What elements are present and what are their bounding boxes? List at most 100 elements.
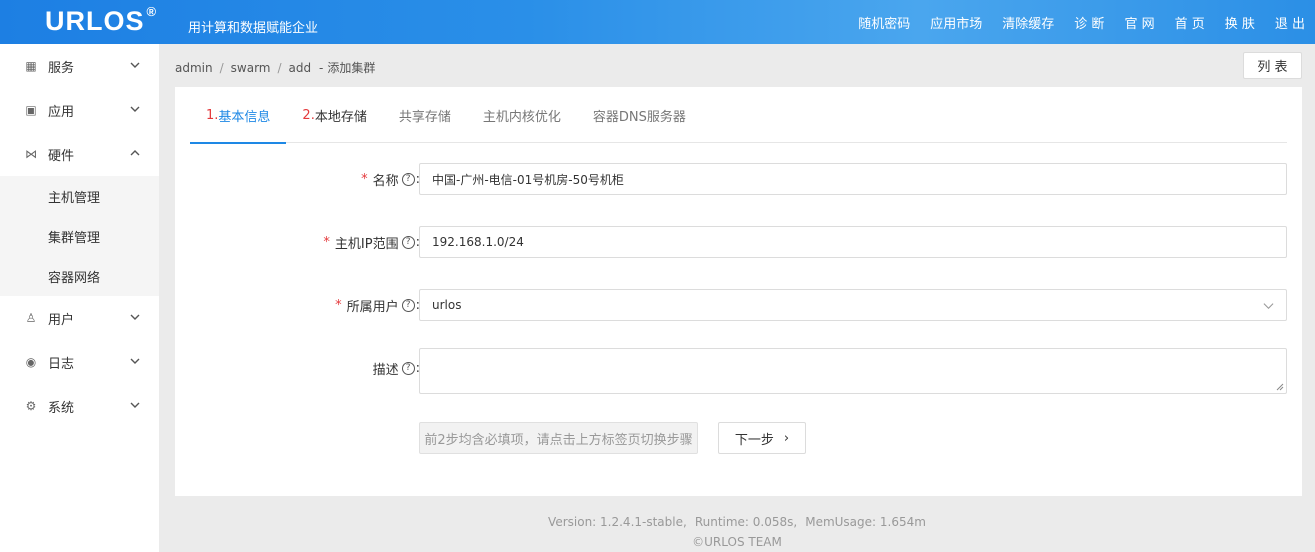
- sidebar-item-label: 系统: [48, 400, 75, 416]
- owner-select-value: urlos: [432, 298, 462, 312]
- page-title: 添加集群: [327, 61, 376, 75]
- owner-label: * 所属用户?:: [335, 296, 420, 315]
- sidebar-item-logs[interactable]: ◉ 日志: [0, 340, 159, 384]
- gear-icon: ⚙: [25, 399, 37, 413]
- tab-label: 共享存储: [398, 109, 451, 125]
- next-step-button[interactable]: 下一步 ›: [718, 422, 806, 454]
- logo-registered-mark: ®: [146, 4, 158, 19]
- eye-icon: ◉: [25, 355, 37, 369]
- sidebar-subitem-container-network[interactable]: 容器网络: [0, 256, 159, 296]
- sidebar-subitem-host-management[interactable]: 主机管理: [0, 176, 159, 216]
- tab-shared-storage[interactable]: 共享存储: [383, 87, 467, 143]
- tab-step-number: 2.: [302, 107, 315, 123]
- step-tabs: 1. 基本信息 2. 本地存储 共享存储 主机内核优化 容器DNS服务器: [190, 87, 1287, 144]
- nav-app-market[interactable]: 应用市场: [930, 13, 982, 32]
- ip-range-label: * 主机IP范围?:: [323, 233, 420, 252]
- name-input-value: 中国-广州-电信-01号机房-50号机柜: [432, 172, 624, 187]
- sidebar-item-users[interactable]: ♙ 用户: [0, 296, 159, 340]
- grid-icon: ▦: [25, 59, 37, 73]
- name-input[interactable]: 中国-广州-电信-01号机房-50号机柜: [419, 163, 1287, 195]
- chevron-up-icon: [130, 150, 140, 156]
- tab-label: 基本信息: [218, 109, 271, 125]
- nav-home[interactable]: 首 页: [1175, 13, 1205, 32]
- tab-container-dns[interactable]: 容器DNS服务器: [577, 87, 702, 143]
- tab-local-storage[interactable]: 2. 本地存储: [286, 87, 382, 143]
- slogan: 用计算和数据赋能企业: [188, 21, 319, 36]
- sidebar-item-label: 硬件: [48, 148, 75, 164]
- ip-range-input-value: 192.168.1.0/24: [432, 235, 524, 249]
- form-card: 1. 基本信息 2. 本地存储 共享存储 主机内核优化 容器DNS服务器 * 名称?:…: [175, 87, 1302, 496]
- breadcrumb-admin[interactable]: admin: [175, 61, 213, 75]
- user-icon: ♙: [25, 311, 37, 325]
- tab-label: 主机内核优化: [482, 109, 561, 125]
- footer-version: Version: 1.2.4.1-stable,: [548, 515, 687, 529]
- name-label: * 名称?:: [361, 170, 420, 189]
- logo-text: URLOS: [45, 6, 145, 36]
- sidebar-item-label: 日志: [48, 356, 75, 372]
- resize-handle-icon[interactable]: [1276, 383, 1284, 391]
- required-mark: *: [323, 235, 330, 250]
- footer-copyright: ©URLOS TEAM: [692, 535, 782, 549]
- sidebar-item-system[interactable]: ⚙ 系统: [0, 384, 159, 428]
- chevron-down-icon: [130, 106, 140, 112]
- tab-label: 容器DNS服务器: [592, 109, 686, 125]
- sidebar-item-label: 服务: [48, 60, 75, 76]
- owner-select[interactable]: urlos: [419, 289, 1287, 321]
- chevron-down-icon: [130, 358, 140, 364]
- nav-skin[interactable]: 换 肤: [1225, 13, 1255, 32]
- tab-kernel-optimization[interactable]: 主机内核优化: [467, 87, 577, 143]
- tab-step-number: 1.: [206, 107, 219, 123]
- share-icon: ⋈: [25, 147, 37, 161]
- list-button[interactable]: 列 表: [1243, 52, 1302, 79]
- steps-hint-button: 前2步均含必填项，请点击上方标签页切换步骤: [419, 422, 698, 454]
- breadcrumb: admin / swarm / add - 添加集群: [175, 59, 375, 76]
- nav-clear-cache[interactable]: 清除缓存: [1002, 13, 1054, 32]
- nav-logout[interactable]: 退 出: [1275, 13, 1305, 32]
- description-textarea[interactable]: [419, 348, 1287, 394]
- help-icon[interactable]: ?: [401, 299, 415, 312]
- breadcrumb-dash: -: [318, 61, 324, 75]
- breadcrumb-separator: /: [277, 61, 282, 75]
- logo[interactable]: URLOS ®: [45, 4, 158, 37]
- breadcrumb-add: add: [288, 61, 312, 75]
- chevron-right-icon: ›: [783, 430, 790, 446]
- breadcrumb-swarm[interactable]: swarm: [231, 61, 271, 75]
- help-icon[interactable]: ?: [401, 362, 415, 375]
- sidebar-item-apps[interactable]: ▣ 应用: [0, 88, 159, 132]
- sidebar-item-label: 应用: [48, 104, 75, 120]
- sidebar-item-hardware[interactable]: ⋈ 硬件: [0, 132, 159, 176]
- help-icon[interactable]: ?: [401, 173, 415, 186]
- footer-runtime: Runtime: 0.058s,: [694, 515, 798, 529]
- name-label-text: 名称: [372, 174, 399, 189]
- description-label: 描述?:: [373, 359, 420, 378]
- required-mark: *: [335, 298, 342, 313]
- ip-range-input[interactable]: 192.168.1.0/24: [419, 226, 1287, 258]
- sidebar-item-label: 用户: [48, 312, 75, 328]
- footer-stats: Version: 1.2.4.1-stable, Runtime: 0.058s,…: [159, 512, 1315, 532]
- footer: Version: 1.2.4.1-stable, Runtime: 0.058s,…: [159, 512, 1315, 552]
- required-mark: *: [361, 172, 368, 187]
- top-header: URLOS ® 用计算和数据赋能企业 随机密码 应用市场 清除缓存 诊 断 官 网…: [0, 0, 1315, 44]
- tab-label: 本地存储: [314, 109, 367, 125]
- chevron-down-icon: [130, 402, 140, 408]
- nav-random-password[interactable]: 随机密码: [858, 13, 910, 32]
- next-step-label: 下一步: [734, 432, 774, 448]
- chevron-down-icon: [130, 62, 140, 68]
- chevron-down-icon: [130, 314, 140, 320]
- sidebar-item-service[interactable]: ▦ 服务: [0, 44, 159, 88]
- description-label-text: 描述: [372, 363, 399, 378]
- breadcrumb-separator: /: [219, 61, 224, 75]
- sidebar-subitem-cluster-management[interactable]: 集群管理: [0, 216, 159, 256]
- tab-basic-info[interactable]: 1. 基本信息: [190, 87, 287, 144]
- footer-memusage: MemUsage: 1.654m: [805, 515, 926, 529]
- nav-diagnose[interactable]: 诊 断: [1074, 13, 1104, 32]
- hardware-submenu: 主机管理 集群管理 容器网络: [0, 176, 159, 296]
- owner-label-text: 所属用户: [346, 300, 399, 315]
- top-nav: 随机密码 应用市场 清除缓存 诊 断 官 网 首 页 换 肤 退 出: [838, 0, 1305, 44]
- sidebar: ▦ 服务 ▣ 应用 ⋈ 硬件 主机管理 集群管理 容器网络 ♙ 用户 ◉ 日志 …: [0, 44, 159, 552]
- nav-official-site[interactable]: 官 网: [1124, 13, 1154, 32]
- help-icon[interactable]: ?: [401, 236, 415, 249]
- ip-range-label-text: 主机IP范围: [334, 237, 399, 252]
- chevron-down-icon: [1263, 303, 1274, 310]
- apps-icon: ▣: [25, 103, 37, 117]
